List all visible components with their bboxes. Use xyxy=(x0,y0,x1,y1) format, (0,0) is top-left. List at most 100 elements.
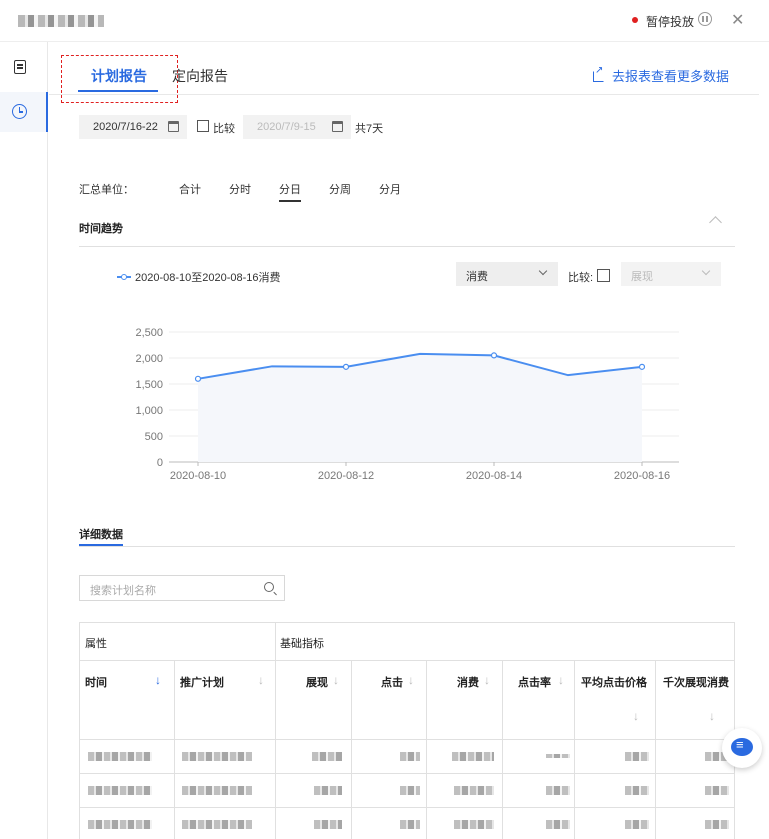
x-tick-label: 2020-08-16 xyxy=(614,470,670,482)
chart-compare-checkbox[interactable] xyxy=(597,269,610,282)
unit-option-total[interactable]: 合计 xyxy=(179,181,201,197)
active-tab-indicator xyxy=(78,90,158,92)
search-placeholder: 搜索计划名称 xyxy=(90,585,156,597)
group-header-attributes: 属性 xyxy=(85,638,107,650)
data-point xyxy=(342,363,350,370)
column-divider xyxy=(351,660,352,839)
chevron-down-icon xyxy=(701,266,711,276)
compare-metric-select[interactable]: 展现 xyxy=(621,262,721,286)
sidebar xyxy=(0,42,48,839)
pause-delivery-label[interactable]: 暂停投放 xyxy=(646,13,694,30)
trend-section-title: 时间趋势 xyxy=(79,223,123,235)
col-header-plan[interactable]: 推广计划 xyxy=(180,674,224,690)
blurred-cell xyxy=(454,786,494,795)
compare-range-value: 2020/7/9-15 xyxy=(257,121,316,133)
y-tick-label: 1,000 xyxy=(135,405,163,417)
column-divider xyxy=(574,660,575,839)
close-icon[interactable]: ✕ xyxy=(731,10,744,30)
unit-option-hour[interactable]: 分时 xyxy=(229,181,251,197)
calendar-icon xyxy=(168,121,179,132)
trend-chart: 0 500 1,000 1,500 2,000 2,500 2020-08-10 2020-0… xyxy=(135,327,679,482)
unit-option-day[interactable]: 分日 xyxy=(279,181,301,202)
legend-marker xyxy=(117,274,131,280)
blurred-cell xyxy=(182,752,252,761)
chart-legend: 2020-08-10至2020-08-16消费 xyxy=(117,269,281,285)
sort-icon[interactable]: ↓ xyxy=(633,709,639,723)
blurred-cell xyxy=(452,752,494,761)
document-icon xyxy=(14,60,26,74)
blurred-cell xyxy=(400,786,420,795)
compare-label: 比较 xyxy=(213,123,235,135)
sort-down-icon[interactable]: ↓ xyxy=(155,673,161,687)
status-dot xyxy=(632,17,638,23)
unit-label: 汇总单位： xyxy=(79,184,134,196)
plan-search-input[interactable]: 搜索计划名称 xyxy=(79,575,285,601)
col-header-ctr[interactable]: 点击率 xyxy=(518,674,551,690)
blurred-cell xyxy=(312,752,342,761)
col-header-clicks[interactable]: 点击 xyxy=(381,674,403,690)
col-header-cost[interactable]: 消费 xyxy=(457,674,479,690)
sort-icon[interactable]: ↓ xyxy=(558,673,564,687)
search-icon[interactable] xyxy=(264,582,274,592)
blurred-cell xyxy=(88,820,152,829)
sort-icon[interactable]: ↓ xyxy=(333,673,339,687)
blurred-cell xyxy=(546,786,570,795)
tabs-divider xyxy=(49,94,759,95)
sidebar-item-history[interactable] xyxy=(0,92,48,132)
y-tick-label: 2,500 xyxy=(135,327,163,339)
tab-plan-report[interactable]: 计划报告 xyxy=(91,66,147,86)
blurred-cell xyxy=(546,754,570,758)
pause-icon[interactable] xyxy=(698,12,712,26)
external-link-icon xyxy=(593,65,604,82)
sort-icon[interactable]: ↓ xyxy=(484,673,490,687)
col-header-time[interactable]: 时间 xyxy=(85,674,107,690)
column-divider xyxy=(502,660,503,839)
data-point xyxy=(490,352,498,359)
chevron-up-icon[interactable] xyxy=(709,216,722,229)
column-divider xyxy=(655,660,656,839)
column-divider xyxy=(174,660,175,839)
date-range-value: 2020/7/16-22 xyxy=(93,121,158,133)
trend-divider xyxy=(79,246,735,247)
date-range-picker[interactable]: 2020/7/16-22 xyxy=(79,115,187,139)
chat-support-button[interactable] xyxy=(722,728,762,768)
compare-date-picker[interactable]: 2020/7/9-15 xyxy=(243,115,351,139)
blurred-cell xyxy=(625,786,649,795)
x-tick-label: 2020-08-10 xyxy=(170,470,226,482)
chevron-down-icon xyxy=(538,266,548,276)
row-divider xyxy=(80,660,734,661)
data-point xyxy=(194,375,202,382)
blurred-cell xyxy=(705,786,729,795)
export-report-link[interactable]: 去报表查看更多数据 xyxy=(593,65,730,85)
column-divider xyxy=(426,660,427,839)
detail-divider xyxy=(79,546,735,547)
unit-option-month[interactable]: 分月 xyxy=(379,181,401,197)
compare-checkbox[interactable] xyxy=(197,120,209,132)
legend-series-label: 2020-08-10至2020-08-16消费 xyxy=(135,272,281,284)
sort-icon[interactable]: ↓ xyxy=(408,673,414,687)
export-report-label: 去报表查看更多数据 xyxy=(612,69,730,84)
blurred-cell xyxy=(400,820,420,829)
row-divider xyxy=(80,807,734,808)
col-header-cpm[interactable]: 千次展现消费 xyxy=(663,674,729,690)
x-tick-label: 2020-08-14 xyxy=(466,470,522,482)
sort-icon[interactable]: ↓ xyxy=(709,709,715,723)
metric-select[interactable]: 消费 xyxy=(456,262,558,286)
sort-icon[interactable]: ↓ xyxy=(258,673,264,687)
blurred-cell xyxy=(705,820,729,829)
detail-section-title: 详细数据 xyxy=(79,529,123,541)
metric-select-value: 消费 xyxy=(466,271,488,283)
calendar-icon xyxy=(332,121,343,132)
chat-bubble-icon xyxy=(731,737,753,756)
blurred-cell xyxy=(182,786,252,795)
blurred-cell xyxy=(88,752,152,761)
clock-icon xyxy=(12,104,27,119)
tab-targeting-report[interactable]: 定向报告 xyxy=(172,66,228,86)
x-tick-label: 2020-08-12 xyxy=(318,470,374,482)
data-point xyxy=(638,363,646,370)
col-header-avg-cpc[interactable]: 平均点击价格 xyxy=(581,674,647,690)
col-header-impressions[interactable]: 展现 xyxy=(306,674,328,690)
row-divider xyxy=(80,773,734,774)
unit-option-week[interactable]: 分周 xyxy=(329,181,351,197)
sidebar-item-notes[interactable] xyxy=(0,48,48,88)
